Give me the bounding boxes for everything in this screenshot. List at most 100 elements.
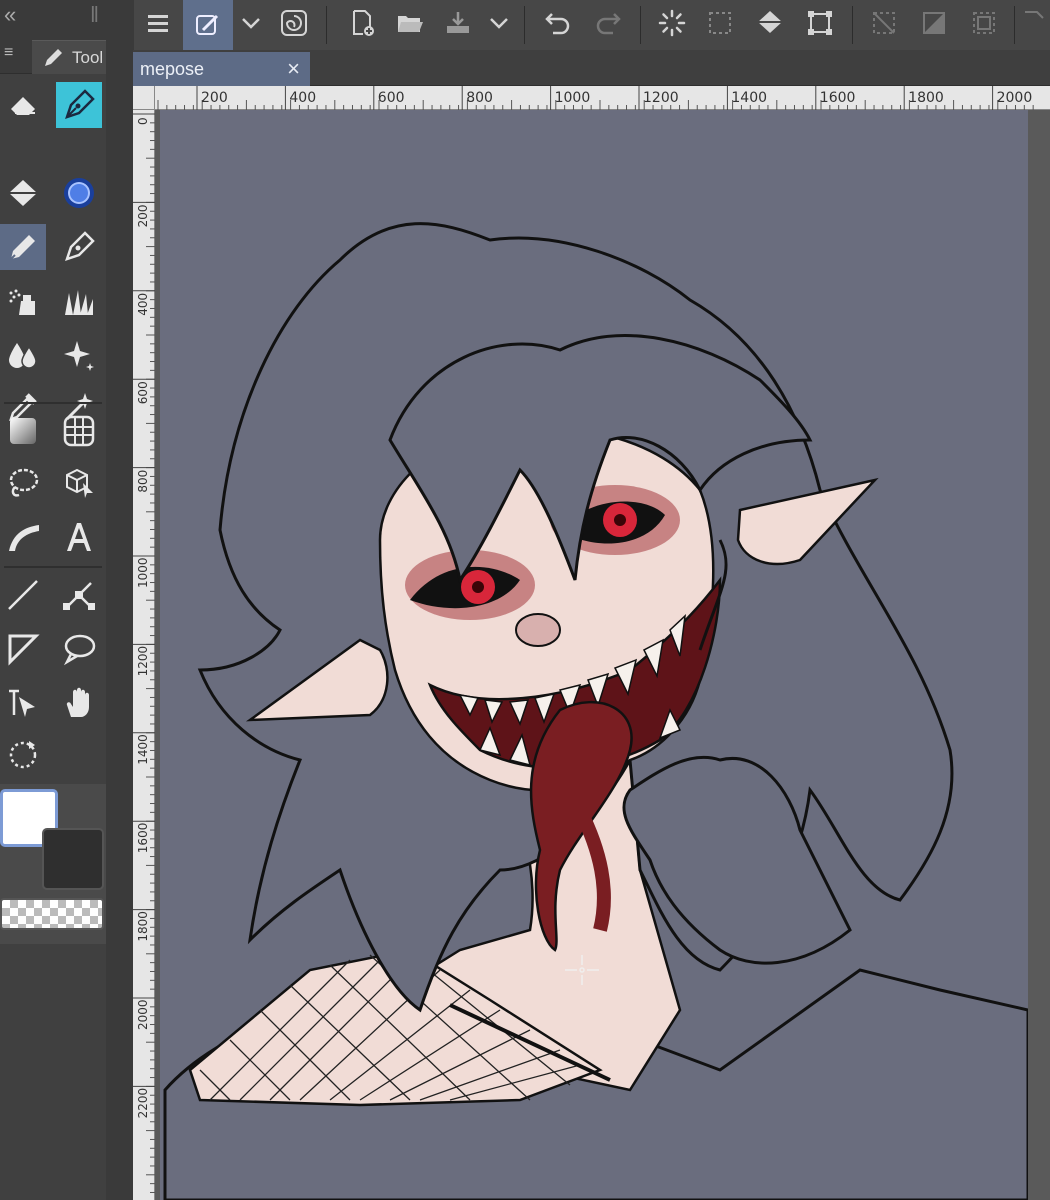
ruler-label: 1600 bbox=[820, 90, 856, 106]
airbrush-tool[interactable] bbox=[0, 280, 46, 326]
more-button[interactable] bbox=[1018, 0, 1050, 46]
panel-splitter[interactable] bbox=[106, 0, 134, 1200]
text-icon bbox=[67, 523, 91, 551]
swirl-button[interactable] bbox=[272, 0, 316, 46]
ruler-label: 400 bbox=[136, 293, 150, 316]
sparkle-tool[interactable] bbox=[56, 332, 102, 378]
save-dropdown-button[interactable] bbox=[484, 0, 514, 46]
ruler-label: 0 bbox=[136, 117, 150, 125]
loading-button[interactable] bbox=[650, 0, 694, 46]
frame-border-icon bbox=[9, 525, 39, 551]
transparent-color-swatch[interactable] bbox=[0, 898, 104, 930]
redo-button[interactable] bbox=[586, 0, 630, 46]
transform-button[interactable] bbox=[798, 0, 842, 46]
pen-tool[interactable] bbox=[56, 82, 102, 128]
layer-dropdown-button[interactable] bbox=[236, 0, 266, 46]
vertical-ruler: 0 200 400 600 800 1000 1200 1400 1600 1800 2000 220… bbox=[133, 110, 155, 1200]
grid-icon bbox=[63, 415, 95, 447]
ruler-label: 1400 bbox=[731, 90, 767, 106]
menu-icon bbox=[148, 15, 168, 32]
document-tab-title: mepose bbox=[140, 58, 205, 79]
tool-tab[interactable]: Tool bbox=[32, 40, 106, 74]
text-tool[interactable] bbox=[56, 514, 102, 560]
pencil-icon bbox=[45, 48, 62, 66]
balloon-icon bbox=[63, 634, 96, 666]
ruler-label: 1600 bbox=[136, 823, 150, 854]
fill-tool[interactable] bbox=[0, 170, 46, 216]
fill-gradient-icon bbox=[923, 12, 945, 34]
select-all-button[interactable] bbox=[962, 0, 1006, 46]
tool-palette: ≡ Tool bbox=[0, 36, 106, 1200]
ruler-label: 400 bbox=[289, 90, 316, 106]
fill-bucket-icon bbox=[758, 11, 782, 33]
save-button[interactable] bbox=[436, 0, 480, 46]
brush-dot-icon bbox=[64, 178, 94, 208]
menu-button[interactable] bbox=[138, 0, 178, 46]
eraser-tool[interactable] bbox=[0, 82, 46, 128]
marker-tool[interactable] bbox=[0, 224, 46, 270]
palette-menu-icon[interactable]: ≡ bbox=[4, 44, 13, 62]
figure-icon bbox=[8, 634, 40, 666]
gradient-icon bbox=[10, 418, 36, 444]
selection-button[interactable] bbox=[698, 0, 742, 46]
ruler-tool[interactable] bbox=[56, 408, 102, 454]
ruler-ticks: 0 200 400 600 800 1000 1200 1400 1600 1800 2000 220… bbox=[133, 113, 155, 1193]
rotate-tool[interactable] bbox=[0, 732, 46, 778]
toolbar-separator bbox=[326, 6, 327, 44]
open-button[interactable] bbox=[388, 0, 432, 46]
lasso-tool[interactable] bbox=[0, 460, 46, 506]
blend-tool[interactable] bbox=[0, 332, 46, 378]
vector-icon bbox=[63, 582, 95, 610]
ruler-label: 2200 bbox=[136, 1088, 150, 1119]
toolbar-separator bbox=[1014, 6, 1015, 44]
layer-property-button[interactable] bbox=[183, 0, 233, 50]
fill-button[interactable] bbox=[748, 0, 792, 46]
undo-button[interactable] bbox=[536, 0, 580, 46]
ruler-label: 1800 bbox=[908, 90, 944, 106]
horizontal-ruler: 200 400 600 800 1000 1200 1400 1600 1800 2000 bbox=[155, 86, 1050, 110]
drag-handle-icon[interactable]: ‖ bbox=[90, 2, 99, 28]
palette-divider bbox=[4, 402, 102, 404]
figure-tool[interactable] bbox=[0, 626, 46, 672]
ruler-label: 2000 bbox=[136, 999, 150, 1030]
new-file-button[interactable] bbox=[340, 0, 384, 46]
palette-header: ≡ Tool bbox=[0, 36, 106, 74]
grass-brush-icon bbox=[65, 290, 93, 315]
new-file-icon bbox=[353, 10, 374, 36]
airbrush-icon bbox=[9, 289, 35, 315]
pen-tool-2[interactable] bbox=[56, 224, 102, 270]
sub-color-swatch[interactable] bbox=[42, 828, 104, 890]
ruler-label: 600 bbox=[378, 90, 405, 106]
hand-tool[interactable] bbox=[56, 680, 102, 726]
frame-tool[interactable] bbox=[0, 514, 46, 560]
ruler-label: 200 bbox=[201, 90, 228, 106]
collapse-left-icon[interactable]: « bbox=[4, 2, 16, 28]
operation-tool[interactable] bbox=[56, 460, 102, 506]
line-tool[interactable] bbox=[0, 572, 46, 618]
gradient-tool[interactable] bbox=[0, 408, 46, 454]
close-icon[interactable]: × bbox=[287, 56, 300, 82]
clear-button[interactable] bbox=[862, 0, 906, 46]
clear-icon bbox=[873, 12, 895, 34]
canvas-workspace[interactable] bbox=[155, 110, 1050, 1200]
select-all-icon bbox=[973, 12, 995, 34]
correct-line-tool[interactable] bbox=[56, 572, 102, 618]
brush-tool[interactable] bbox=[56, 170, 102, 216]
loading-icon bbox=[658, 9, 686, 37]
decoration-tool[interactable] bbox=[56, 280, 102, 326]
marker-icon bbox=[10, 235, 35, 260]
layer-property-icon bbox=[196, 14, 219, 35]
fill-gradient-button[interactable] bbox=[912, 0, 956, 46]
object-tool[interactable] bbox=[0, 680, 46, 726]
blend-icon bbox=[9, 343, 37, 369]
ruler-label: 1400 bbox=[136, 734, 150, 765]
ruler-label: 1000 bbox=[136, 557, 150, 588]
artwork bbox=[160, 110, 1028, 1200]
document-tab[interactable]: mepose × bbox=[133, 52, 310, 86]
ruler-label: 1200 bbox=[643, 90, 679, 106]
chevron-down-icon bbox=[242, 18, 260, 29]
pen-nib-icon bbox=[65, 89, 95, 119]
balloon-tool[interactable] bbox=[56, 626, 102, 672]
drawing-canvas[interactable] bbox=[160, 110, 1028, 1200]
ruler-label: 600 bbox=[136, 381, 150, 404]
